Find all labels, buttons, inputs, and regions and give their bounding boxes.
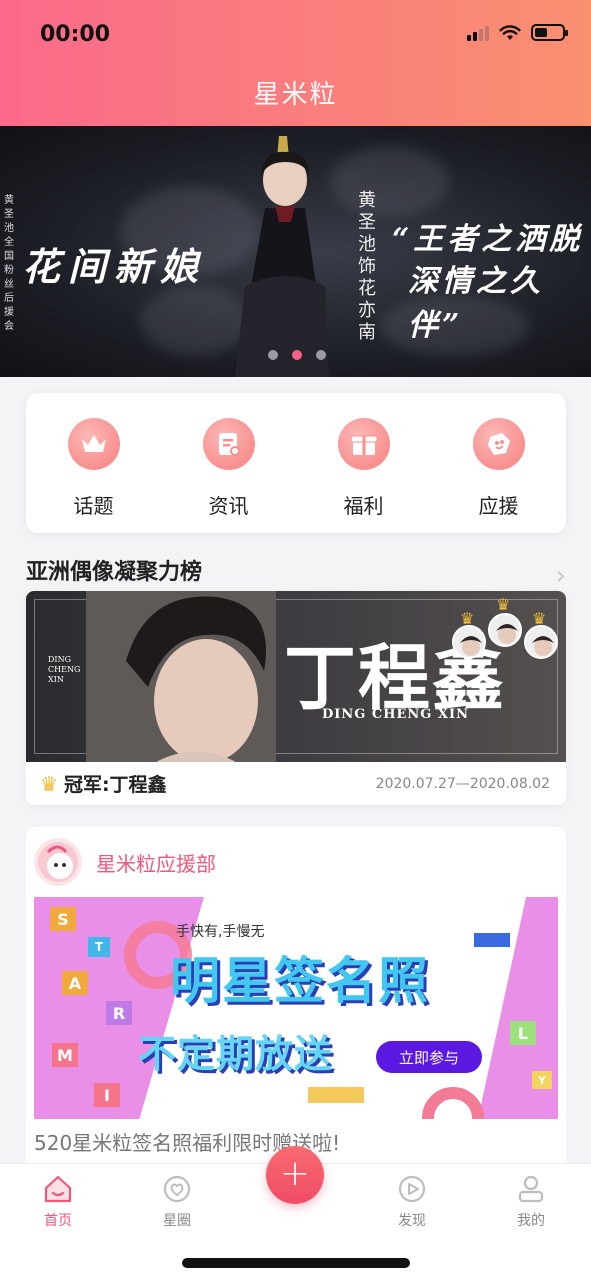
avatar (488, 613, 522, 647)
cellular-signal-icon (467, 25, 489, 41)
page-title: 星米粒 (253, 80, 338, 110)
poster-letter: L (510, 1021, 536, 1045)
tab-label: 星圈 (163, 1213, 191, 1229)
wifi-icon (499, 24, 521, 40)
mascot-avatar-icon (34, 838, 82, 886)
crown-icon (67, 418, 120, 470)
banner-quote-line2: 深情之久伴” (408, 264, 544, 343)
status-icons (467, 24, 568, 41)
idol-portrait-image (86, 591, 276, 762)
news-icon (202, 418, 255, 470)
create-post-button[interactable]: + (266, 1146, 324, 1204)
crown-icon: ♛ (40, 771, 58, 796)
poster-letter: R (106, 1001, 132, 1025)
banner-pagination[interactable] (268, 350, 326, 360)
crown-icon: ♛ (496, 595, 511, 614)
support-name: 星米粒应援部 (96, 851, 216, 876)
poster-sub-text: 不定期放送 (138, 1032, 334, 1076)
poster-letter: M (52, 1043, 78, 1067)
quick-item-label: 话题 (73, 494, 114, 518)
home-indicator (182, 1258, 410, 1268)
support-header[interactable]: 星米粒应援部 (26, 827, 566, 897)
poster-pinyin: DING CHENG XIN (322, 707, 469, 722)
date-range: 2020.07.27—2020.08.02 (375, 775, 550, 792)
banner-figure-image (235, 136, 329, 377)
poster-letter: I (94, 1083, 120, 1107)
ranking-poster: DING CHENG XIN 丁程鑫 DING CHENG XIN ♛ ♛ ♛ (26, 591, 566, 762)
join-button[interactable]: 立即参与 (376, 1041, 482, 1073)
section-title: 亚洲偶像凝聚力榜 (26, 560, 203, 585)
quick-item-topics[interactable]: 话题 (44, 418, 144, 533)
poster-main-text: 明星签名照 (170, 952, 430, 1010)
tab-label: 首页 (44, 1213, 72, 1229)
quick-item-label: 资讯 (208, 494, 249, 518)
quick-item-label: 应援 (478, 494, 519, 518)
poster-tag (474, 933, 510, 947)
home-icon (44, 1175, 72, 1203)
banner-vertical-text: 黄圣池饰花亦南 (358, 190, 376, 343)
tab-label: 发现 (398, 1213, 426, 1229)
banner-quote-line1: “王者之洒脱 (392, 222, 584, 257)
gift-icon (337, 418, 390, 470)
banner-side-text: 黄圣池全国粉丝后援会 (4, 195, 14, 332)
tab-discover[interactable]: 发现 (372, 1174, 452, 1230)
ranking-card[interactable]: DING CHENG XIN 丁程鑫 DING CHENG XIN ♛ ♛ ♛ … (26, 591, 566, 805)
poster-top-text: 手快有,手慢无 (176, 924, 265, 940)
chevron-right-icon[interactable]: › (556, 561, 566, 591)
champion-label: 冠军:丁程鑫 (63, 774, 167, 796)
heart-tag-icon (472, 418, 525, 470)
poster-letter: T (88, 937, 110, 957)
profile-icon (518, 1175, 544, 1203)
poster-side-text: DING CHENG XIN (48, 655, 81, 684)
quick-item-label: 福利 (343, 494, 384, 518)
avatar (452, 625, 486, 659)
star-circle-icon (163, 1175, 191, 1203)
pagination-dot-active[interactable] (292, 350, 302, 360)
champion: ♛ 冠军:丁程鑫 (40, 770, 167, 797)
support-poster[interactable]: S T A R M I L Y 手快有,手慢无 明星签名照 不定期放送 立即参与 (34, 897, 558, 1119)
pagination-dot[interactable] (316, 350, 326, 360)
hero-banner[interactable]: 黄圣池全国粉丝后援会 花间新娘 黄圣池饰花亦南 “王者之洒脱 深情之久伴” (0, 126, 591, 377)
tab-profile[interactable]: 我的 (491, 1174, 571, 1230)
poster-letter: S (50, 907, 76, 931)
tab-star-circle[interactable]: 星圈 (137, 1174, 217, 1230)
app-header: 00:00 星米粒 (0, 0, 591, 126)
tab-label: 我的 (517, 1213, 545, 1229)
pagination-dot[interactable] (268, 350, 278, 360)
discover-icon (398, 1175, 426, 1203)
quick-item-news[interactable]: 资讯 (179, 418, 279, 533)
banner-headline: 花间新娘 (22, 244, 207, 289)
support-card[interactable]: 星米粒应援部 S T A R M I L Y 手快有,手慢无 明星签名照 不定期… (26, 827, 566, 1167)
poster-letter: Y (532, 1071, 552, 1089)
ranking-footer: ♛ 冠军:丁程鑫 2020.07.27—2020.08.02 (26, 762, 566, 805)
poster-tag (308, 1087, 364, 1103)
quick-item-welfare[interactable]: 福利 (314, 418, 414, 533)
poster-letter: A (62, 971, 88, 995)
quick-item-support[interactable]: 应援 (449, 418, 549, 533)
battery-icon (531, 24, 568, 41)
quick-menu: 话题 资讯 福利 应援 (26, 393, 566, 533)
avatar (524, 625, 558, 659)
ranking-section-header[interactable]: 亚洲偶像凝聚力榜 › (26, 549, 566, 591)
status-time: 00:00 (40, 22, 111, 47)
tab-home[interactable]: 首页 (18, 1174, 98, 1230)
